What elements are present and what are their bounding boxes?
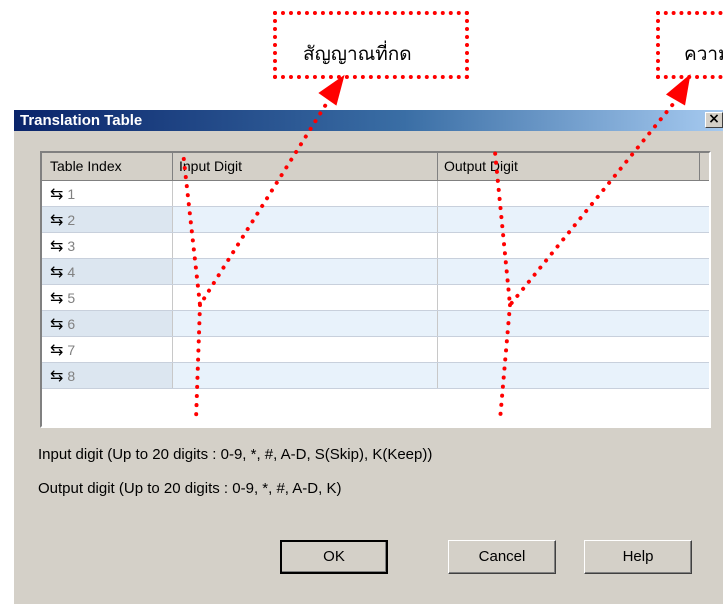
table-index-cell[interactable]: ⇆ 5	[42, 285, 173, 310]
table-index-cell[interactable]: ⇆ 8	[42, 363, 173, 388]
output-digit-cell[interactable]	[438, 259, 709, 284]
swap-arrows-icon: ⇆	[50, 184, 64, 203]
annotation-callout-input: สัญญาณที่กด	[273, 11, 469, 79]
swap-arrows-icon: ⇆	[50, 288, 64, 307]
input-digit-cell[interactable]	[173, 259, 438, 284]
output-digit-hint: Output digit (Up to 20 digits : 0-9, *, …	[38, 480, 342, 497]
column-header-filler	[700, 153, 709, 181]
table-index-value: 7	[67, 342, 76, 358]
input-digit-cell[interactable]	[173, 233, 438, 258]
table-index-cell[interactable]: ⇆ 7	[42, 337, 173, 362]
table-index-value: 5	[67, 290, 76, 306]
output-digit-cell[interactable]	[438, 363, 709, 388]
input-digit-cell[interactable]	[173, 337, 438, 362]
table-row[interactable]: ⇆ 6	[42, 311, 709, 337]
input-digit-cell[interactable]	[173, 363, 438, 388]
close-button[interactable]: ×	[705, 112, 723, 128]
table-index-cell[interactable]: ⇆ 3	[42, 233, 173, 258]
annotation-callout-output-text: ความ	[684, 43, 723, 65]
dialog-title-bar[interactable]: Translation Table ×	[14, 110, 723, 131]
output-digit-cell[interactable]	[438, 285, 709, 310]
dialog-title: Translation Table	[20, 112, 143, 129]
annotation-callout-input-text: สัญญาณที่กด	[303, 43, 412, 65]
input-digit-cell[interactable]	[173, 207, 438, 232]
table-index-value: 4	[67, 264, 76, 280]
column-header-table-index[interactable]: Table Index	[42, 153, 173, 181]
table-row[interactable]: ⇆ 7	[42, 337, 709, 363]
swap-arrows-icon: ⇆	[50, 210, 64, 229]
close-icon: ×	[708, 111, 720, 127]
table-index-value: 8	[67, 368, 76, 384]
translation-table-dialog: Translation Table × Table Index Input Di…	[12, 108, 723, 604]
table-index-cell[interactable]: ⇆ 1	[42, 181, 173, 206]
table-index-cell[interactable]: ⇆ 2	[42, 207, 173, 232]
column-header-output-digit[interactable]: Output Digit	[438, 153, 700, 181]
swap-arrows-icon: ⇆	[50, 236, 64, 255]
table-index-cell[interactable]: ⇆ 4	[42, 259, 173, 284]
output-digit-cell[interactable]	[438, 337, 709, 362]
table-index-value: 6	[67, 316, 76, 332]
input-digit-cell[interactable]	[173, 285, 438, 310]
table-index-cell[interactable]: ⇆ 6	[42, 311, 173, 336]
help-button[interactable]: Help	[584, 540, 692, 574]
table-row[interactable]: ⇆ 2	[42, 207, 709, 233]
swap-arrows-icon: ⇆	[50, 262, 64, 281]
output-digit-cell[interactable]	[438, 233, 709, 258]
table-row[interactable]: ⇆ 5	[42, 285, 709, 311]
table-row[interactable]: ⇆ 1	[42, 181, 709, 207]
output-digit-cell[interactable]	[438, 181, 709, 206]
ok-button[interactable]: OK	[280, 540, 388, 574]
input-digit-cell[interactable]	[173, 181, 438, 206]
table-row[interactable]: ⇆ 3	[42, 233, 709, 259]
output-digit-cell[interactable]	[438, 311, 709, 336]
output-digit-cell[interactable]	[438, 207, 709, 232]
swap-arrows-icon: ⇆	[50, 340, 64, 359]
cancel-button[interactable]: Cancel	[448, 540, 556, 574]
input-digit-cell[interactable]	[173, 311, 438, 336]
column-header-input-digit[interactable]: Input Digit	[173, 153, 438, 181]
annotation-callout-output: ความ	[656, 11, 723, 79]
input-digit-hint: Input digit (Up to 20 digits : 0-9, *, #…	[38, 446, 433, 463]
table-index-value: 2	[67, 212, 76, 228]
swap-arrows-icon: ⇆	[50, 366, 64, 385]
translation-grid: Table Index Input Digit Output Digit ⇆ 1 ⇆…	[40, 151, 711, 428]
table-index-value: 1	[67, 186, 76, 202]
swap-arrows-icon: ⇆	[50, 314, 64, 333]
table-row[interactable]: ⇆ 8	[42, 363, 709, 389]
table-row[interactable]: ⇆ 4	[42, 259, 709, 285]
table-index-value: 3	[67, 238, 76, 254]
